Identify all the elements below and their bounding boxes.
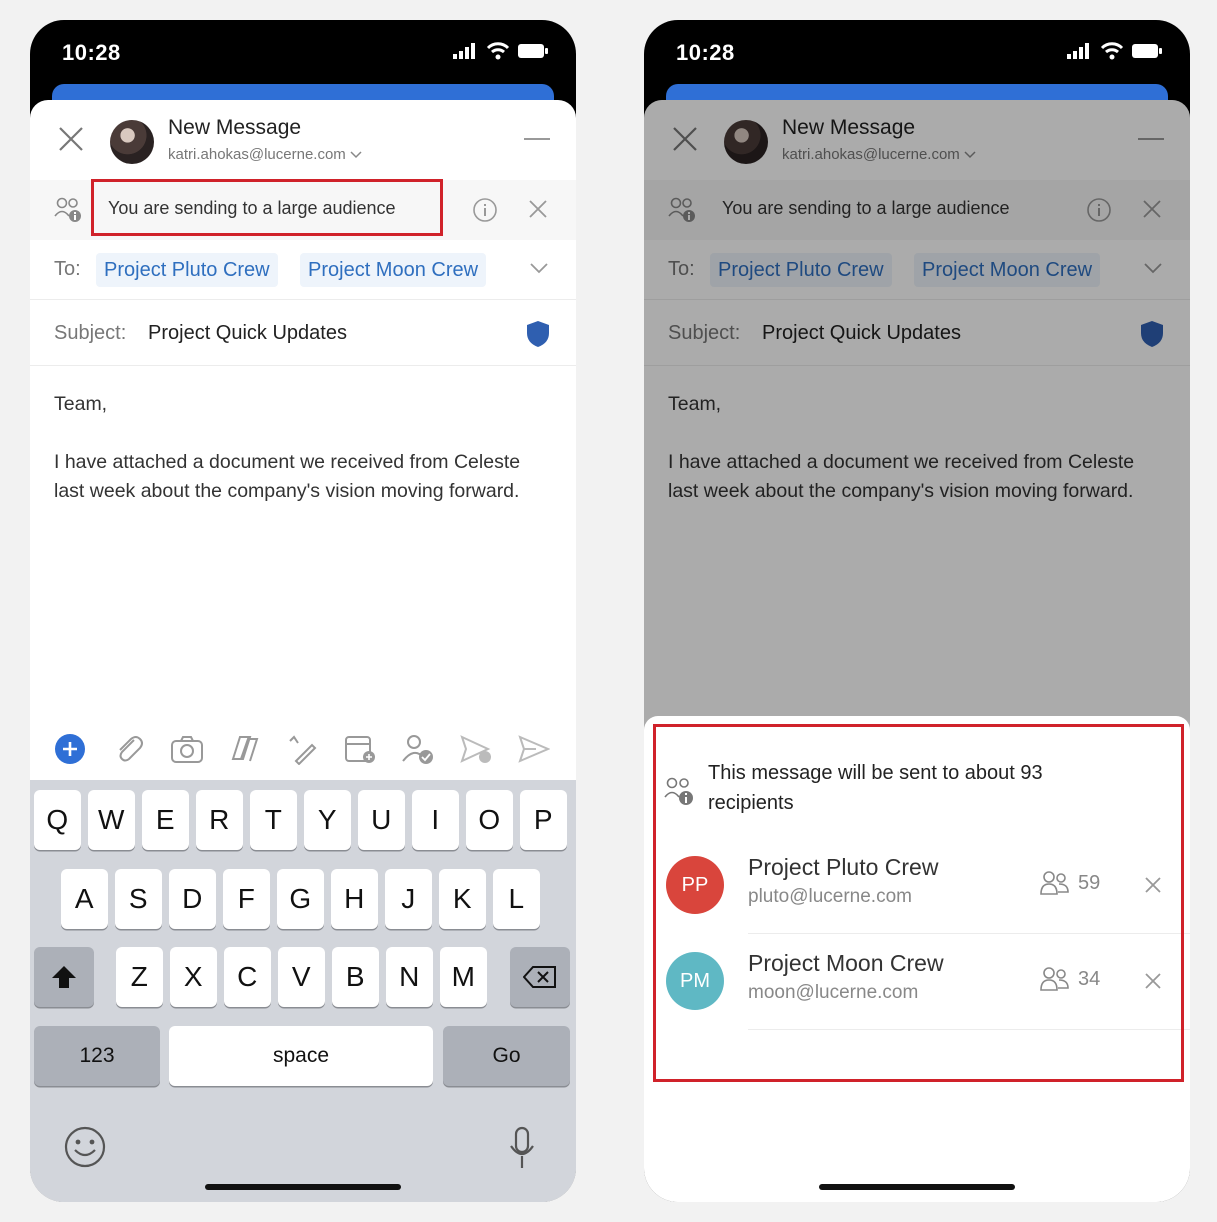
backspace-icon: [523, 966, 556, 988]
minimize-button[interactable]: [524, 138, 550, 140]
key-c[interactable]: C: [224, 947, 271, 1007]
dismiss-icon[interactable]: [528, 199, 548, 219]
key-h[interactable]: H: [331, 869, 378, 929]
space-key[interactable]: space: [169, 1026, 433, 1086]
status-time: 10:28: [62, 40, 121, 65]
microphone-icon[interactable]: [508, 1126, 536, 1170]
wifi-icon: [1100, 42, 1124, 60]
to-field[interactable]: To: Project Pluto Crew Project Moon Crew: [30, 240, 576, 300]
home-indicator: [205, 1184, 401, 1190]
chevron-down-icon: [350, 151, 362, 159]
message-body[interactable]: Team, I have attached a document we rece…: [54, 390, 534, 506]
key-n[interactable]: N: [386, 947, 433, 1007]
go-key[interactable]: Go: [443, 1026, 570, 1086]
close-icon[interactable]: [56, 124, 86, 154]
compose-sheet: New Message katri.ahokas@lucerne.com You…: [30, 100, 576, 1202]
compose-header: New Message katri.ahokas@lucerne.com: [30, 100, 576, 180]
key-a[interactable]: A: [61, 869, 108, 929]
key-o[interactable]: O: [466, 790, 513, 850]
phone-compose: 10:28 New Message katri.ahokas@lucerne.c…: [30, 20, 576, 1202]
key-r[interactable]: R: [196, 790, 243, 850]
key-q[interactable]: Q: [34, 790, 81, 850]
key-t[interactable]: T: [250, 790, 297, 850]
emoji-icon[interactable]: [64, 1126, 106, 1168]
shift-icon: [52, 966, 76, 988]
cellular-signal-icon: [1067, 43, 1089, 59]
shift-key[interactable]: [34, 947, 94, 1007]
status-time: 10:28: [676, 40, 735, 65]
key-u[interactable]: U: [358, 790, 405, 850]
key-i[interactable]: I: [412, 790, 459, 850]
compose-sheet: New Message katri.ahokas@lucerne.com You…: [644, 100, 1190, 1202]
cellular-signal-icon: [453, 43, 475, 59]
key-w[interactable]: W: [88, 790, 135, 850]
compose-toolbar: [30, 720, 576, 778]
key-y[interactable]: Y: [304, 790, 351, 850]
compose-title: New Message: [168, 116, 302, 139]
attach-icon[interactable]: [112, 732, 146, 766]
draw-icon[interactable]: [286, 733, 318, 765]
phone-audience-sheet: 10:28 New Message katri.ahokas@lucerne.c…: [644, 20, 1190, 1202]
key-m[interactable]: M: [440, 947, 487, 1007]
key-x[interactable]: X: [170, 947, 217, 1007]
camera-icon[interactable]: [170, 734, 204, 764]
subject-label: Subject:: [54, 322, 127, 344]
subject-field[interactable]: Subject: Project Quick Updates: [30, 300, 576, 366]
key-d[interactable]: D: [169, 869, 216, 929]
availability-icon[interactable]: [402, 733, 436, 765]
recipient-chip[interactable]: Project Moon Crew: [300, 253, 487, 287]
people-info-icon: [54, 197, 81, 222]
key-g[interactable]: G: [277, 869, 324, 929]
avatar[interactable]: [110, 120, 154, 164]
highlight-box: [91, 179, 443, 236]
send-later-icon[interactable]: [460, 733, 494, 765]
key-p[interactable]: P: [520, 790, 567, 850]
key-k[interactable]: K: [439, 869, 486, 929]
shield-icon[interactable]: [526, 320, 550, 348]
account-email: katri.ahokas@lucerne.com: [168, 146, 346, 163]
key-s[interactable]: S: [115, 869, 162, 929]
backspace-key[interactable]: [510, 947, 570, 1007]
keyboard: QWERTYUIOP ASDFGHJKL ZXCVBNM 123 space G…: [30, 780, 576, 1202]
home-indicator: [819, 1184, 1015, 1190]
key-f[interactable]: F: [223, 869, 270, 929]
key-b[interactable]: B: [332, 947, 379, 1007]
chevron-down-icon[interactable]: [530, 262, 548, 274]
highlight-box: [653, 724, 1184, 1082]
key-z[interactable]: Z: [116, 947, 163, 1007]
calendar-icon[interactable]: [344, 733, 378, 765]
to-label: To:: [54, 258, 81, 280]
recipient-chip[interactable]: Project Pluto Crew: [96, 253, 278, 287]
body-greeting: Team,: [54, 393, 108, 415]
send-icon[interactable]: [518, 733, 550, 765]
info-icon[interactable]: [472, 197, 498, 223]
battery-icon: [518, 44, 548, 58]
subject-value[interactable]: Project Quick Updates: [148, 322, 347, 345]
account-selector[interactable]: katri.ahokas@lucerne.com: [168, 146, 362, 163]
numbers-key[interactable]: 123: [34, 1026, 160, 1086]
wifi-icon: [486, 42, 510, 60]
copilot-icon[interactable]: [228, 733, 262, 765]
key-l[interactable]: L: [493, 869, 540, 929]
key-e[interactable]: E: [142, 790, 189, 850]
body-paragraph: I have attached a document we received f…: [54, 451, 521, 502]
key-v[interactable]: V: [278, 947, 325, 1007]
key-j[interactable]: J: [385, 869, 432, 929]
add-icon[interactable]: [54, 733, 86, 765]
battery-icon: [1132, 44, 1162, 58]
